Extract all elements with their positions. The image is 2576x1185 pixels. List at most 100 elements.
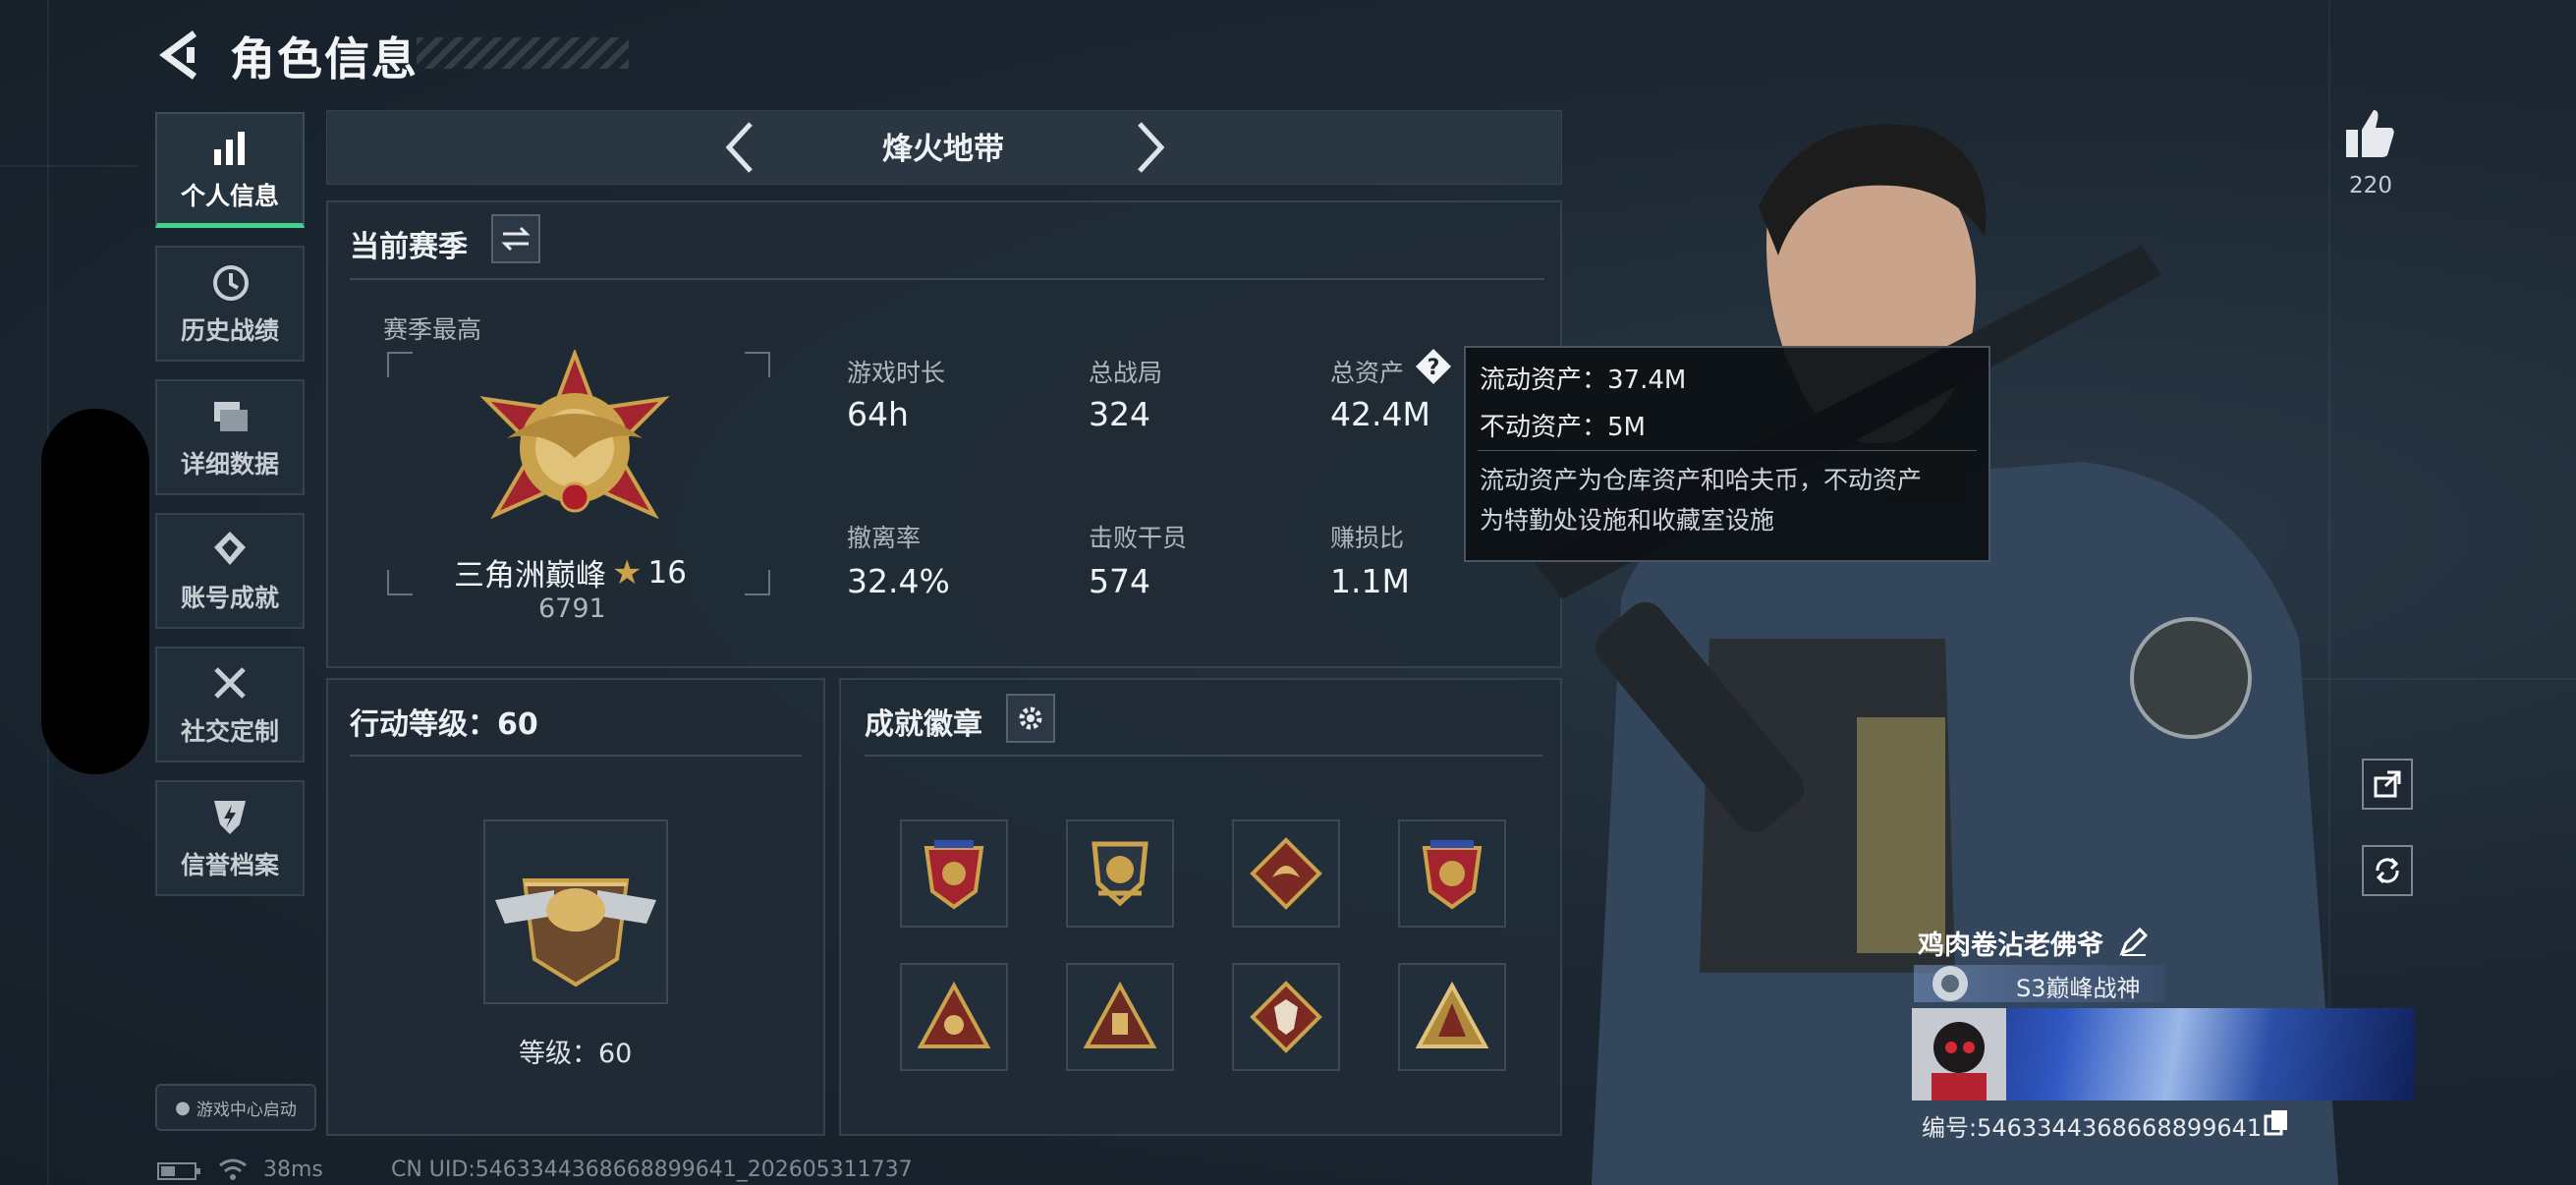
rank-stars: 16	[647, 554, 687, 591]
history-clock-icon	[213, 265, 249, 301]
nav-label: 社交定制	[180, 717, 279, 746]
stat-value: 32.4%	[847, 562, 950, 600]
penguin-icon: ●	[175, 1097, 191, 1118]
mode-title: 烽火地带	[882, 132, 1004, 167]
nav-label: 历史战绩	[180, 316, 279, 345]
battery-icon	[157, 1162, 200, 1180]
rank-points: 6791	[538, 593, 606, 624]
game-center-label: 游戏中心启动	[196, 1100, 297, 1120]
stat-value: 324	[1089, 395, 1150, 433]
achievement-badge[interactable]	[900, 819, 1008, 928]
stat-label: 总战局	[1089, 359, 1163, 387]
stat-value: 1.1M	[1330, 562, 1410, 600]
player-uid: 编号:5463344368668899641	[1922, 1114, 2263, 1142]
helicopter-emblem-icon	[495, 878, 656, 988]
edit-pencil-icon[interactable]	[2118, 928, 2148, 957]
rotate-button[interactable]	[2362, 845, 2413, 896]
rank-medal-icon	[479, 350, 670, 520]
like-count: 220	[2349, 173, 2392, 198]
achievements-settings-button[interactable]	[1006, 694, 1055, 743]
bar-chart-icon	[214, 131, 245, 165]
tooltip-liquid-assets: 流动资产：37.4M	[1480, 366, 1687, 395]
shield-badge-icon	[924, 840, 984, 910]
player-avatar[interactable]	[1912, 1008, 2006, 1100]
total-assets-help-icon[interactable]: ?	[1415, 348, 1452, 385]
gear-icon	[1019, 706, 1042, 730]
shield-bolt-icon	[214, 801, 246, 834]
action-level-title: 行动等级：60	[350, 707, 538, 742]
rank-name: 三角洲巅峰	[454, 558, 606, 593]
season-switch-button[interactable]	[491, 214, 540, 263]
achievement-icon	[214, 532, 246, 565]
nav-personal-info[interactable]: 个人信息	[155, 112, 305, 228]
black-pill-overlay	[41, 409, 149, 774]
triangle-badge-icon	[917, 981, 991, 1048]
wifi-icon	[219, 1158, 247, 1180]
title-decoration	[417, 37, 629, 69]
chevron-right-icon[interactable]	[1130, 120, 1169, 175]
rank-name-row: 三角洲巅峰 ★ 16	[454, 550, 687, 594]
folder-stack-icon	[214, 402, 248, 431]
stat-label: 总资产	[1330, 359, 1405, 387]
level-emblem-frame	[483, 819, 668, 1004]
thumbs-up-icon[interactable]	[2342, 106, 2397, 161]
page-title: 角色信息	[230, 32, 419, 85]
nav-history[interactable]: 历史战绩	[155, 246, 305, 362]
player-name: 鸡肉卷沾老佛爷	[1918, 931, 2103, 961]
wolf-diamond-badge-icon	[1250, 981, 1322, 1053]
tooltip-divider	[1478, 450, 1977, 451]
achievement-badge[interactable]	[1232, 963, 1340, 1071]
achievement-badge[interactable]	[900, 963, 1008, 1071]
achievements-title: 成就徽章	[865, 707, 982, 742]
triangle-gold-badge-icon	[1415, 981, 1489, 1048]
star-shield-badge-icon	[1422, 840, 1483, 910]
hud-line	[0, 165, 138, 167]
svg-text:?: ?	[1428, 356, 1440, 380]
achievement-badge[interactable]	[1398, 819, 1506, 928]
divider	[350, 278, 1544, 280]
nav-achievements[interactable]: 账号成就	[155, 513, 305, 629]
stat-label: 赚损比	[1330, 524, 1405, 552]
stat-value: 64h	[847, 395, 909, 433]
nav-detail-data[interactable]: 详细数据	[155, 379, 305, 495]
nav-social-custom[interactable]: 社交定制	[155, 647, 305, 762]
copy-icon[interactable]	[2264, 1108, 2289, 1136]
divider	[350, 755, 802, 757]
stat-value: 42.4M	[1330, 395, 1430, 433]
stat-label: 击败干员	[1089, 524, 1188, 552]
season-title: 当前赛季	[350, 230, 468, 264]
chevron-left-icon[interactable]	[721, 120, 760, 175]
nav-label: 账号成就	[180, 584, 279, 612]
player-title: S3巅峰战神	[2016, 975, 2141, 1002]
season-highest-label: 赛季最高	[383, 315, 482, 344]
game-center-launch-button[interactable]: ● 游戏中心启动	[155, 1084, 316, 1131]
level-text: 等级：60	[519, 1039, 633, 1069]
rotate-icon	[2376, 857, 2399, 884]
achievement-badge[interactable]	[1066, 963, 1174, 1071]
ping-value: 38ms	[263, 1157, 323, 1182]
nav-label: 详细数据	[180, 450, 279, 479]
dragon-diamond-badge-icon	[1250, 837, 1322, 910]
tooltip-desc-line2: 为特勤处设施和收藏室设施	[1480, 506, 1775, 535]
cn-uid: CN UID:5463344368668899641_202605311737	[391, 1157, 913, 1182]
stat-label: 游戏时长	[847, 359, 946, 387]
nav-label: 信誉档案	[180, 851, 279, 879]
stat-value: 574	[1089, 562, 1150, 600]
swap-arrows-icon	[501, 226, 531, 252]
achievement-badge[interactable]	[1398, 963, 1506, 1071]
title-emblem-icon	[1932, 966, 1968, 1001]
star-icon: ★	[612, 552, 643, 592]
back-arrow-icon[interactable]	[157, 29, 200, 81]
tooltip-desc-line1: 流动资产为仓库资产和哈夫币，不动资产	[1480, 466, 1923, 494]
stat-label: 撤离率	[847, 524, 922, 552]
achievement-badge[interactable]	[1066, 819, 1174, 928]
achievement-badge[interactable]	[1232, 819, 1340, 928]
share-button[interactable]	[2362, 759, 2413, 810]
triangle-emblem-badge-icon	[1083, 981, 1157, 1048]
wrench-tools-icon	[214, 667, 246, 699]
gold-crest-badge-icon	[1092, 841, 1148, 907]
divider	[865, 755, 1542, 757]
tooltip-fixed-assets: 不动资产：5M	[1480, 413, 1646, 442]
nav-credit-profile[interactable]: 信誉档案	[155, 780, 305, 896]
share-icon	[2374, 770, 2401, 798]
